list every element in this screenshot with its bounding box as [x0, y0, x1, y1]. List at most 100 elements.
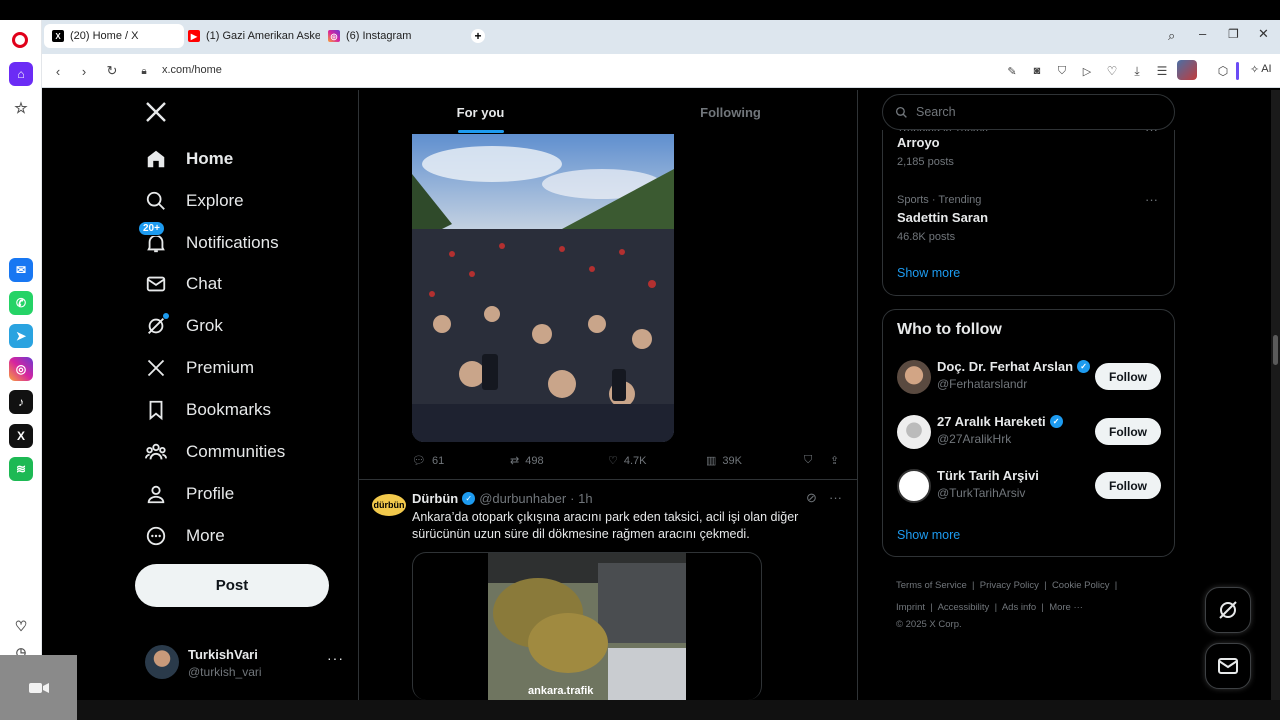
tab-youtube[interactable]: ▶ (1) Gazi Amerikan Askeri \	[180, 24, 320, 48]
opera-logo-icon[interactable]	[12, 32, 28, 48]
avatar	[897, 415, 931, 449]
profile-avatar[interactable]	[1177, 60, 1197, 80]
footer-link[interactable]: Cookie Policy	[1052, 580, 1110, 591]
forward-icon[interactable]: ›	[76, 63, 92, 79]
retweet-button[interactable]: ⇄ 498	[510, 454, 544, 468]
footer-link[interactable]: More ···	[1049, 602, 1083, 613]
whatsapp-icon[interactable]: ✆	[9, 291, 33, 315]
search-input[interactable]: Search	[882, 94, 1175, 130]
new-tab-button[interactable]: +	[471, 29, 485, 43]
close-window-icon[interactable]: ✕	[1258, 26, 1269, 42]
tiktok-icon[interactable]: ♪	[9, 390, 33, 414]
url-field[interactable]: x.com/home	[162, 64, 222, 76]
follow-suggestion[interactable]: 27 Aralık Hareketi ✓ @27AralikHrk Follow	[897, 414, 1161, 451]
ai-button[interactable]: ✧ AI	[1250, 63, 1272, 76]
video-camera-overlay[interactable]	[0, 655, 77, 720]
minimize-icon[interactable]: –	[1199, 26, 1206, 41]
play-icon[interactable]: ▷	[1079, 63, 1095, 79]
search-icon	[144, 189, 168, 213]
more-dots-icon[interactable]: ···	[327, 650, 344, 666]
bottom-strip	[0, 700, 1280, 720]
footer: Terms of Service | Privacy Policy | Cook…	[896, 574, 1186, 632]
reload-icon[interactable]: ↻	[104, 63, 120, 79]
account-handle: @turkish_vari	[188, 665, 262, 679]
x-logo-icon[interactable]	[144, 100, 168, 129]
footer-link[interactable]: Accessibility	[938, 602, 990, 613]
share-button[interactable]: ⇪	[830, 454, 839, 467]
show-more-link[interactable]: Show more	[897, 266, 960, 280]
follow-suggestion[interactable]: Türk Tarih Arşivi @TurkTarihArsiv Follow	[897, 468, 1161, 505]
nav-grok[interactable]: Grok	[144, 313, 223, 338]
tweet-time[interactable]: · 1h	[570, 491, 592, 506]
show-more-link[interactable]: Show more	[897, 528, 960, 542]
edit-icon[interactable]: ✎	[1004, 63, 1020, 79]
tweet-media-image[interactable]	[412, 134, 674, 442]
grok-fab[interactable]	[1205, 587, 1251, 633]
like-button[interactable]: ♡ 4.7K	[608, 454, 647, 468]
download-icon[interactable]: ⤓	[1129, 63, 1145, 79]
tweet-text: Ankara’da otopark çıkışına aracını park …	[412, 510, 799, 541]
nav-explore[interactable]: Explore	[144, 189, 244, 213]
shield-icon[interactable]: ⛉	[1054, 63, 1070, 79]
tab-following[interactable]: Following	[609, 90, 852, 134]
avatar[interactable]: dürbün	[372, 494, 406, 516]
easy-setup-icon[interactable]: ☰	[1154, 63, 1170, 79]
restore-icon[interactable]: ❐	[1228, 27, 1239, 41]
messages-fab[interactable]	[1205, 643, 1251, 689]
trend-item[interactable]: Sports · Trending Sadettin Saran 46.8K p…	[897, 194, 988, 243]
nav-chat[interactable]: Chat	[144, 272, 222, 296]
heart-icon[interactable]: ♡	[1104, 63, 1120, 79]
x-icon[interactable]: X	[9, 424, 33, 448]
tweet-author[interactable]: Dürbün	[412, 491, 458, 506]
trend-meta: Sports · Trending	[897, 194, 982, 206]
instagram-icon[interactable]: ◎	[9, 357, 33, 381]
more-dots-icon[interactable]: ···	[829, 490, 842, 505]
follow-suggestion[interactable]: Doç. Dr. Ferhat Arslan ✓ @Ferhatarslandr …	[897, 359, 1161, 396]
telegram-icon[interactable]: ➤	[9, 324, 33, 348]
grok-icon[interactable]: ⊘	[806, 490, 817, 506]
trend-item[interactable]: Trending in Turkey Arroyo 2,185 posts	[897, 126, 988, 168]
footer-link[interactable]: Privacy Policy	[980, 580, 1039, 591]
camera-icon[interactable]: ◙	[1029, 63, 1045, 79]
more-dots-icon[interactable]: ···	[1145, 192, 1158, 207]
name-text: Türk Tarih Arşivi	[937, 468, 1039, 483]
back-icon[interactable]: ‹	[50, 63, 66, 79]
tab-x-home[interactable]: X (20) Home / X	[44, 24, 184, 48]
trend-title: Arroyo	[897, 135, 940, 150]
scrollbar[interactable]	[1271, 90, 1280, 700]
bookmark-button[interactable]: ⛉	[804, 454, 812, 467]
tab-search-icon[interactable]: ⌕	[1168, 28, 1175, 44]
tweet-handle[interactable]: @durbunhaber	[479, 491, 566, 506]
star-icon[interactable]: ☆	[9, 96, 33, 120]
account-switcher[interactable]: TurkishVari @turkish_vari ···	[145, 644, 445, 684]
nav-home[interactable]: Home	[144, 147, 233, 171]
nav-bookmarks[interactable]: Bookmarks	[144, 398, 271, 422]
tab-for-you[interactable]: For you	[359, 90, 602, 134]
reply-button[interactable]: 💬︎ 61	[412, 454, 444, 468]
bell-icon: 20+	[138, 221, 168, 255]
nav-notifications[interactable]: 20+ Notifications	[138, 221, 279, 255]
nav-communities[interactable]: Communities	[144, 440, 285, 464]
nav-label: More	[186, 526, 225, 545]
follow-button[interactable]: Follow	[1095, 472, 1161, 499]
tab-instagram[interactable]: ◎ (6) Instagram	[320, 24, 460, 48]
heart-icon[interactable]: ♡	[9, 614, 33, 638]
sparkle-icon: ✧	[1250, 64, 1260, 76]
home-icon[interactable]: ⌂	[9, 62, 33, 86]
cube-icon[interactable]: ⬡	[1215, 63, 1231, 79]
account-name: TurkishVari	[188, 647, 258, 662]
spotify-icon[interactable]: ≋	[9, 457, 33, 481]
footer-link[interactable]: Terms of Service	[896, 580, 967, 591]
nav-more[interactable]: More	[144, 524, 225, 548]
tweet-media-video[interactable]: ankara.trafik	[412, 552, 762, 700]
post-button[interactable]: Post	[135, 564, 329, 607]
messenger-icon[interactable]: ✉	[9, 258, 33, 282]
nav-premium[interactable]: Premium	[144, 356, 254, 380]
views-button[interactable]: ▥ 39K	[706, 454, 742, 468]
footer-link[interactable]: Imprint	[896, 602, 925, 613]
scrollbar-thumb[interactable]	[1273, 335, 1278, 365]
nav-profile[interactable]: Profile	[144, 482, 234, 506]
follow-button[interactable]: Follow	[1095, 418, 1161, 445]
footer-link[interactable]: Ads info	[1002, 602, 1036, 613]
follow-button[interactable]: Follow	[1095, 363, 1161, 390]
